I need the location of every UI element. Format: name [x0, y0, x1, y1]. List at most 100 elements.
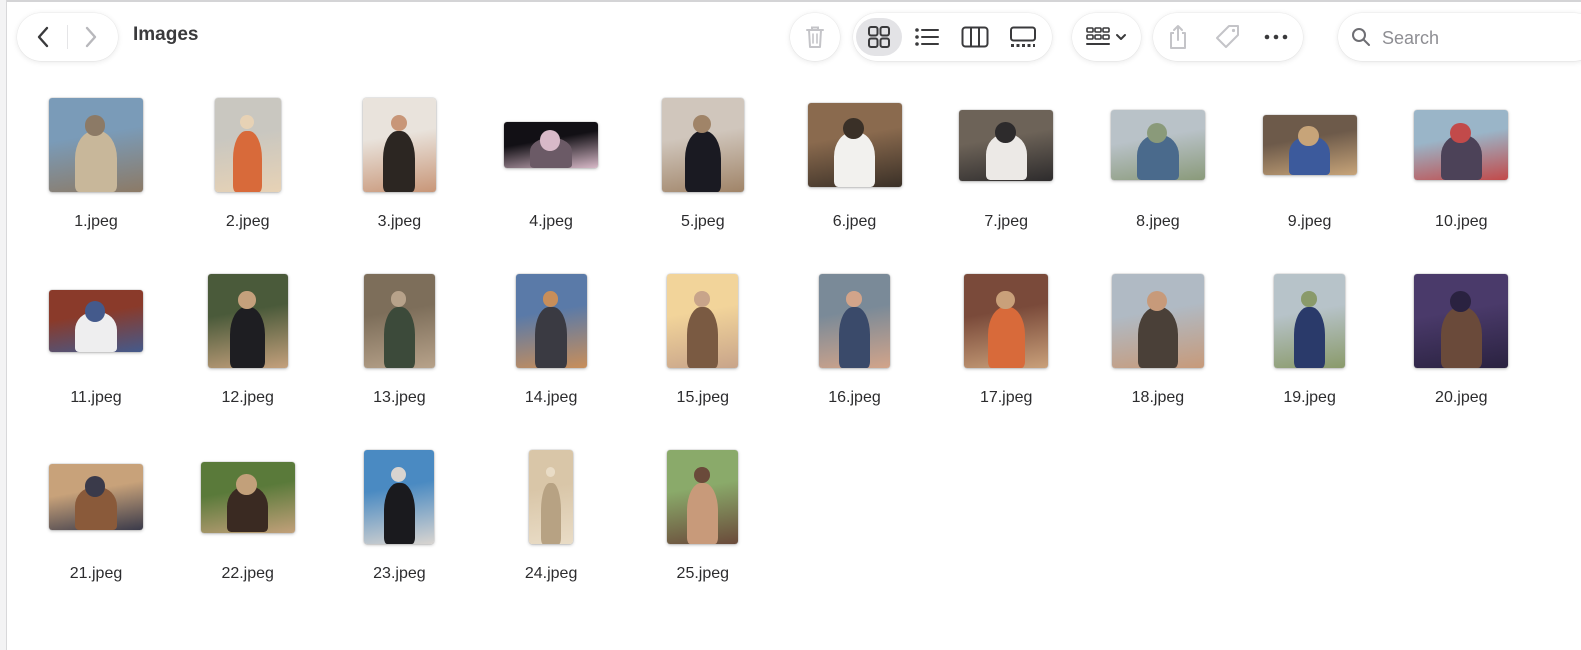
- file-name[interactable]: 17.jpeg: [930, 389, 1082, 407]
- image-thumbnail[interactable]: [661, 98, 744, 192]
- file-item[interactable]: 13.jpeg: [323, 256, 475, 426]
- image-thumbnail[interactable]: [515, 274, 587, 368]
- file-item[interactable]: 3.jpeg: [323, 80, 475, 250]
- image-thumbnail[interactable]: [49, 98, 143, 192]
- image-thumbnail[interactable]: [362, 98, 436, 192]
- file-name[interactable]: 25.jpeg: [627, 565, 779, 583]
- image-thumbnail[interactable]: [667, 450, 739, 544]
- image-thumbnail[interactable]: [529, 450, 574, 544]
- file-item[interactable]: 21.jpeg: [20, 432, 172, 602]
- list-view-button[interactable]: [904, 13, 950, 61]
- delete-button[interactable]: [790, 13, 840, 61]
- image-thumbnail[interactable]: [667, 274, 739, 368]
- image-thumbnail[interactable]: [1414, 274, 1509, 368]
- image-thumbnail[interactable]: [1274, 274, 1346, 368]
- image-thumbnail[interactable]: [807, 103, 902, 187]
- file-item[interactable]: 9.jpeg: [1234, 80, 1386, 250]
- file-name[interactable]: 16.jpeg: [779, 389, 931, 407]
- image-thumbnail[interactable]: [364, 450, 435, 544]
- file-item[interactable]: 19.jpeg: [1234, 256, 1386, 426]
- file-item[interactable]: 4.jpeg: [475, 80, 627, 250]
- file-item[interactable]: 15.jpeg: [627, 256, 779, 426]
- file-item[interactable]: 11.jpeg: [20, 256, 172, 426]
- sidebar-edge[interactable]: [0, 0, 7, 650]
- thumbnail-container: [627, 271, 779, 371]
- file-item[interactable]: 10.jpeg: [1385, 80, 1537, 250]
- thumbnail-container: [779, 271, 931, 371]
- image-thumbnail[interactable]: [964, 274, 1049, 368]
- column-view-button[interactable]: [952, 13, 998, 61]
- image-thumbnail[interactable]: [49, 290, 143, 352]
- file-name[interactable]: 18.jpeg: [1082, 389, 1234, 407]
- file-name[interactable]: 22.jpeg: [172, 565, 324, 583]
- file-name[interactable]: 23.jpeg: [323, 565, 475, 583]
- share-button[interactable]: [1155, 13, 1201, 61]
- file-item[interactable]: 6.jpeg: [779, 80, 931, 250]
- file-name[interactable]: 3.jpeg: [323, 213, 475, 231]
- photo-subject-head: [84, 114, 106, 136]
- file-item[interactable]: 12.jpeg: [172, 256, 324, 426]
- group-by-button[interactable]: [1072, 13, 1141, 61]
- file-item[interactable]: 18.jpeg: [1082, 256, 1234, 426]
- file-name[interactable]: 5.jpeg: [627, 213, 779, 231]
- file-name[interactable]: 24.jpeg: [475, 565, 627, 583]
- file-name[interactable]: 1.jpeg: [20, 213, 172, 231]
- image-thumbnail[interactable]: [504, 122, 599, 168]
- file-item[interactable]: 25.jpeg: [627, 432, 779, 602]
- file-name[interactable]: 15.jpeg: [627, 389, 779, 407]
- thumbnail-container: [930, 271, 1082, 371]
- image-thumbnail[interactable]: [1111, 274, 1204, 368]
- file-item[interactable]: 8.jpeg: [1082, 80, 1234, 250]
- file-name[interactable]: 20.jpeg: [1385, 389, 1537, 407]
- search-input[interactable]: [1380, 25, 1581, 51]
- file-item[interactable]: 2.jpeg: [172, 80, 324, 250]
- file-name[interactable]: 9.jpeg: [1234, 213, 1386, 231]
- file-item[interactable]: 20.jpeg: [1385, 256, 1537, 426]
- image-thumbnail[interactable]: [959, 109, 1054, 181]
- image-thumbnail[interactable]: [1414, 110, 1509, 180]
- file-name[interactable]: 8.jpeg: [1082, 213, 1234, 231]
- thumbnail-container: [779, 95, 931, 195]
- image-thumbnail[interactable]: [819, 274, 890, 368]
- file-name[interactable]: 19.jpeg: [1234, 389, 1386, 407]
- image-thumbnail[interactable]: [207, 274, 288, 368]
- image-thumbnail[interactable]: [1110, 110, 1205, 180]
- gallery-view-button[interactable]: [1000, 13, 1046, 61]
- file-name[interactable]: 13.jpeg: [323, 389, 475, 407]
- image-thumbnail[interactable]: [363, 274, 435, 368]
- photo-subject: [383, 482, 415, 544]
- search-field[interactable]: [1338, 13, 1581, 61]
- image-thumbnail[interactable]: [200, 461, 295, 533]
- file-item[interactable]: 16.jpeg: [779, 256, 931, 426]
- file-name[interactable]: 10.jpeg: [1385, 213, 1537, 231]
- more-actions-button[interactable]: [1253, 13, 1299, 61]
- file-item[interactable]: 24.jpeg: [475, 432, 627, 602]
- file-name[interactable]: 2.jpeg: [172, 213, 324, 231]
- tag-button[interactable]: [1205, 13, 1251, 61]
- group-by-group: [1072, 13, 1141, 61]
- file-name[interactable]: 21.jpeg: [20, 565, 172, 583]
- file-name[interactable]: 4.jpeg: [475, 213, 627, 231]
- file-name[interactable]: 12.jpeg: [172, 389, 324, 407]
- file-name[interactable]: 14.jpeg: [475, 389, 627, 407]
- file-item[interactable]: 17.jpeg: [930, 256, 1082, 426]
- file-item[interactable]: 14.jpeg: [475, 256, 627, 426]
- file-item[interactable]: 5.jpeg: [627, 80, 779, 250]
- back-button[interactable]: [19, 13, 67, 61]
- photo-subject-head: [694, 290, 710, 307]
- file-item[interactable]: 1.jpeg: [20, 80, 172, 250]
- image-thumbnail[interactable]: [1262, 115, 1357, 175]
- file-item[interactable]: 7.jpeg: [930, 80, 1082, 250]
- image-thumbnail[interactable]: [49, 464, 143, 530]
- file-item[interactable]: 23.jpeg: [323, 432, 475, 602]
- icon-view-button[interactable]: [856, 13, 902, 61]
- file-name[interactable]: 7.jpeg: [930, 213, 1082, 231]
- file-name[interactable]: 11.jpeg: [20, 389, 172, 407]
- file-name[interactable]: 6.jpeg: [779, 213, 931, 231]
- thumbnail-container: [323, 447, 475, 547]
- photo-subject: [987, 306, 1025, 368]
- forward-button[interactable]: [67, 13, 115, 61]
- file-item[interactable]: 22.jpeg: [172, 432, 324, 602]
- list-icon: [915, 28, 939, 46]
- image-thumbnail[interactable]: [214, 98, 281, 192]
